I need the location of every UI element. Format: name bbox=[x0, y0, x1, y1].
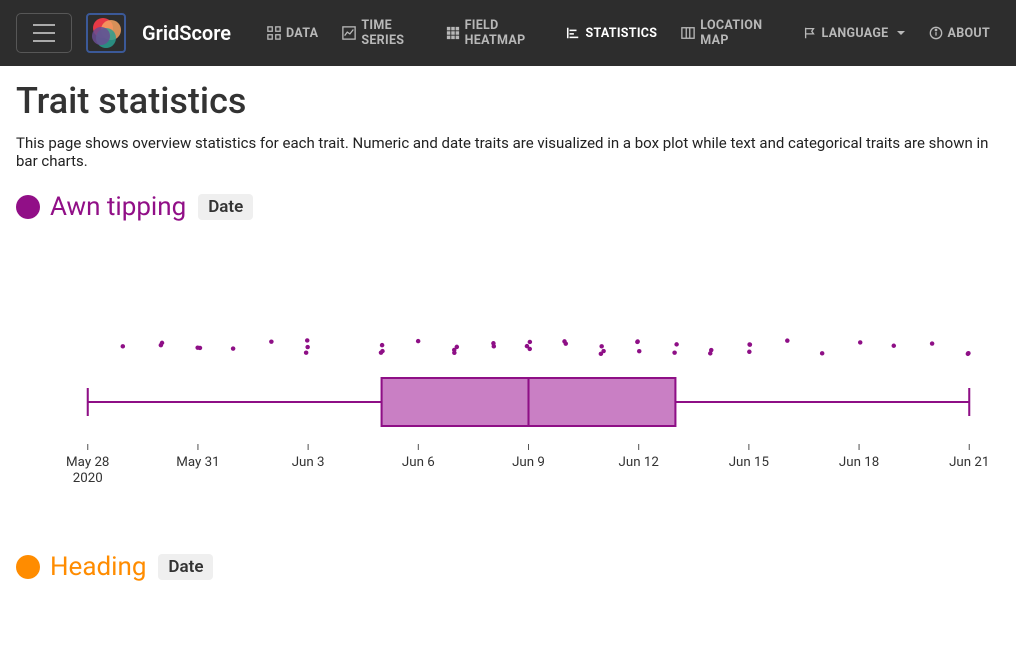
svg-text:Jun 18: Jun 18 bbox=[839, 455, 879, 470]
trait-header-awn: Awn tipping Date bbox=[16, 192, 1000, 222]
trait-name-awn: Awn tipping bbox=[50, 192, 186, 222]
svg-text:May 28: May 28 bbox=[66, 455, 109, 470]
svg-text:Jun 9: Jun 9 bbox=[512, 455, 545, 470]
nav-language-label: LANGUAGE bbox=[822, 26, 889, 41]
nav-right: LANGUAGE ABOUT bbox=[793, 18, 1000, 49]
stats-icon bbox=[566, 26, 580, 40]
trait-color-dot bbox=[16, 555, 40, 579]
svg-text:Jun 12: Jun 12 bbox=[619, 455, 659, 470]
trait-header-heading: Heading Date bbox=[16, 552, 1000, 582]
nav-about-label: ABOUT bbox=[948, 26, 990, 41]
trait-badge-heading: Date bbox=[158, 554, 213, 580]
nav-heatmap[interactable]: FIELD HEATMAP bbox=[436, 10, 553, 56]
nav-locationmap[interactable]: LOCATION MAP bbox=[671, 10, 784, 56]
info-icon bbox=[929, 26, 943, 40]
nav-data[interactable]: DATA bbox=[257, 18, 328, 49]
svg-text:May 31: May 31 bbox=[176, 455, 219, 470]
nav-statistics[interactable]: STATISTICS bbox=[556, 18, 667, 49]
page-title: Trait statistics bbox=[16, 80, 1000, 122]
logo-icon bbox=[89, 16, 123, 50]
trait-name-heading: Heading bbox=[50, 552, 146, 582]
brand-text[interactable]: GridScore bbox=[142, 21, 231, 45]
grid-icon bbox=[267, 26, 281, 40]
hamburger-icon bbox=[32, 24, 56, 42]
heatmap-icon bbox=[446, 26, 460, 40]
nav-timeseries[interactable]: TIME SERIES bbox=[332, 10, 431, 56]
svg-text:Jun 3: Jun 3 bbox=[292, 455, 325, 470]
svg-text:Jun 15: Jun 15 bbox=[729, 455, 769, 470]
svg-text:Jun 21: Jun 21 bbox=[949, 455, 989, 470]
menu-toggle-button[interactable] bbox=[16, 13, 72, 53]
flag-icon bbox=[803, 26, 817, 40]
page-content: Trait statistics This page shows overvie… bbox=[0, 66, 1016, 648]
brand-logo[interactable] bbox=[86, 13, 126, 53]
page-desc: This page shows overview statistics for … bbox=[16, 134, 1000, 170]
trait-color-dot bbox=[16, 195, 40, 219]
nav-locationmap-label: LOCATION MAP bbox=[700, 18, 774, 48]
nav-heatmap-label: FIELD HEATMAP bbox=[465, 18, 543, 48]
boxplot-awn[interactable]: May 28 May 31 Jun 3 Jun 6 Jun 9 Jun 12 Jun 15 J… bbox=[16, 252, 1000, 512]
nav-data-label: DATA bbox=[286, 26, 318, 41]
nav-statistics-label: STATISTICS bbox=[585, 26, 657, 41]
map-icon bbox=[681, 26, 695, 40]
nav-about[interactable]: ABOUT bbox=[919, 18, 1000, 49]
chevron-down-icon bbox=[897, 31, 905, 35]
svg-text:2020: 2020 bbox=[73, 471, 103, 486]
trait-badge-awn: Date bbox=[198, 194, 253, 220]
svg-text:Jun 6: Jun 6 bbox=[402, 455, 435, 470]
nav-language[interactable]: LANGUAGE bbox=[793, 18, 915, 49]
navbar: GridScore DATA TIME SERIES FIELD HEATMAP… bbox=[0, 0, 1016, 66]
nav-timeseries-label: TIME SERIES bbox=[361, 18, 421, 48]
nav-links: DATA TIME SERIES FIELD HEATMAP STATISTIC… bbox=[257, 10, 785, 56]
chart-line-icon bbox=[342, 26, 356, 40]
